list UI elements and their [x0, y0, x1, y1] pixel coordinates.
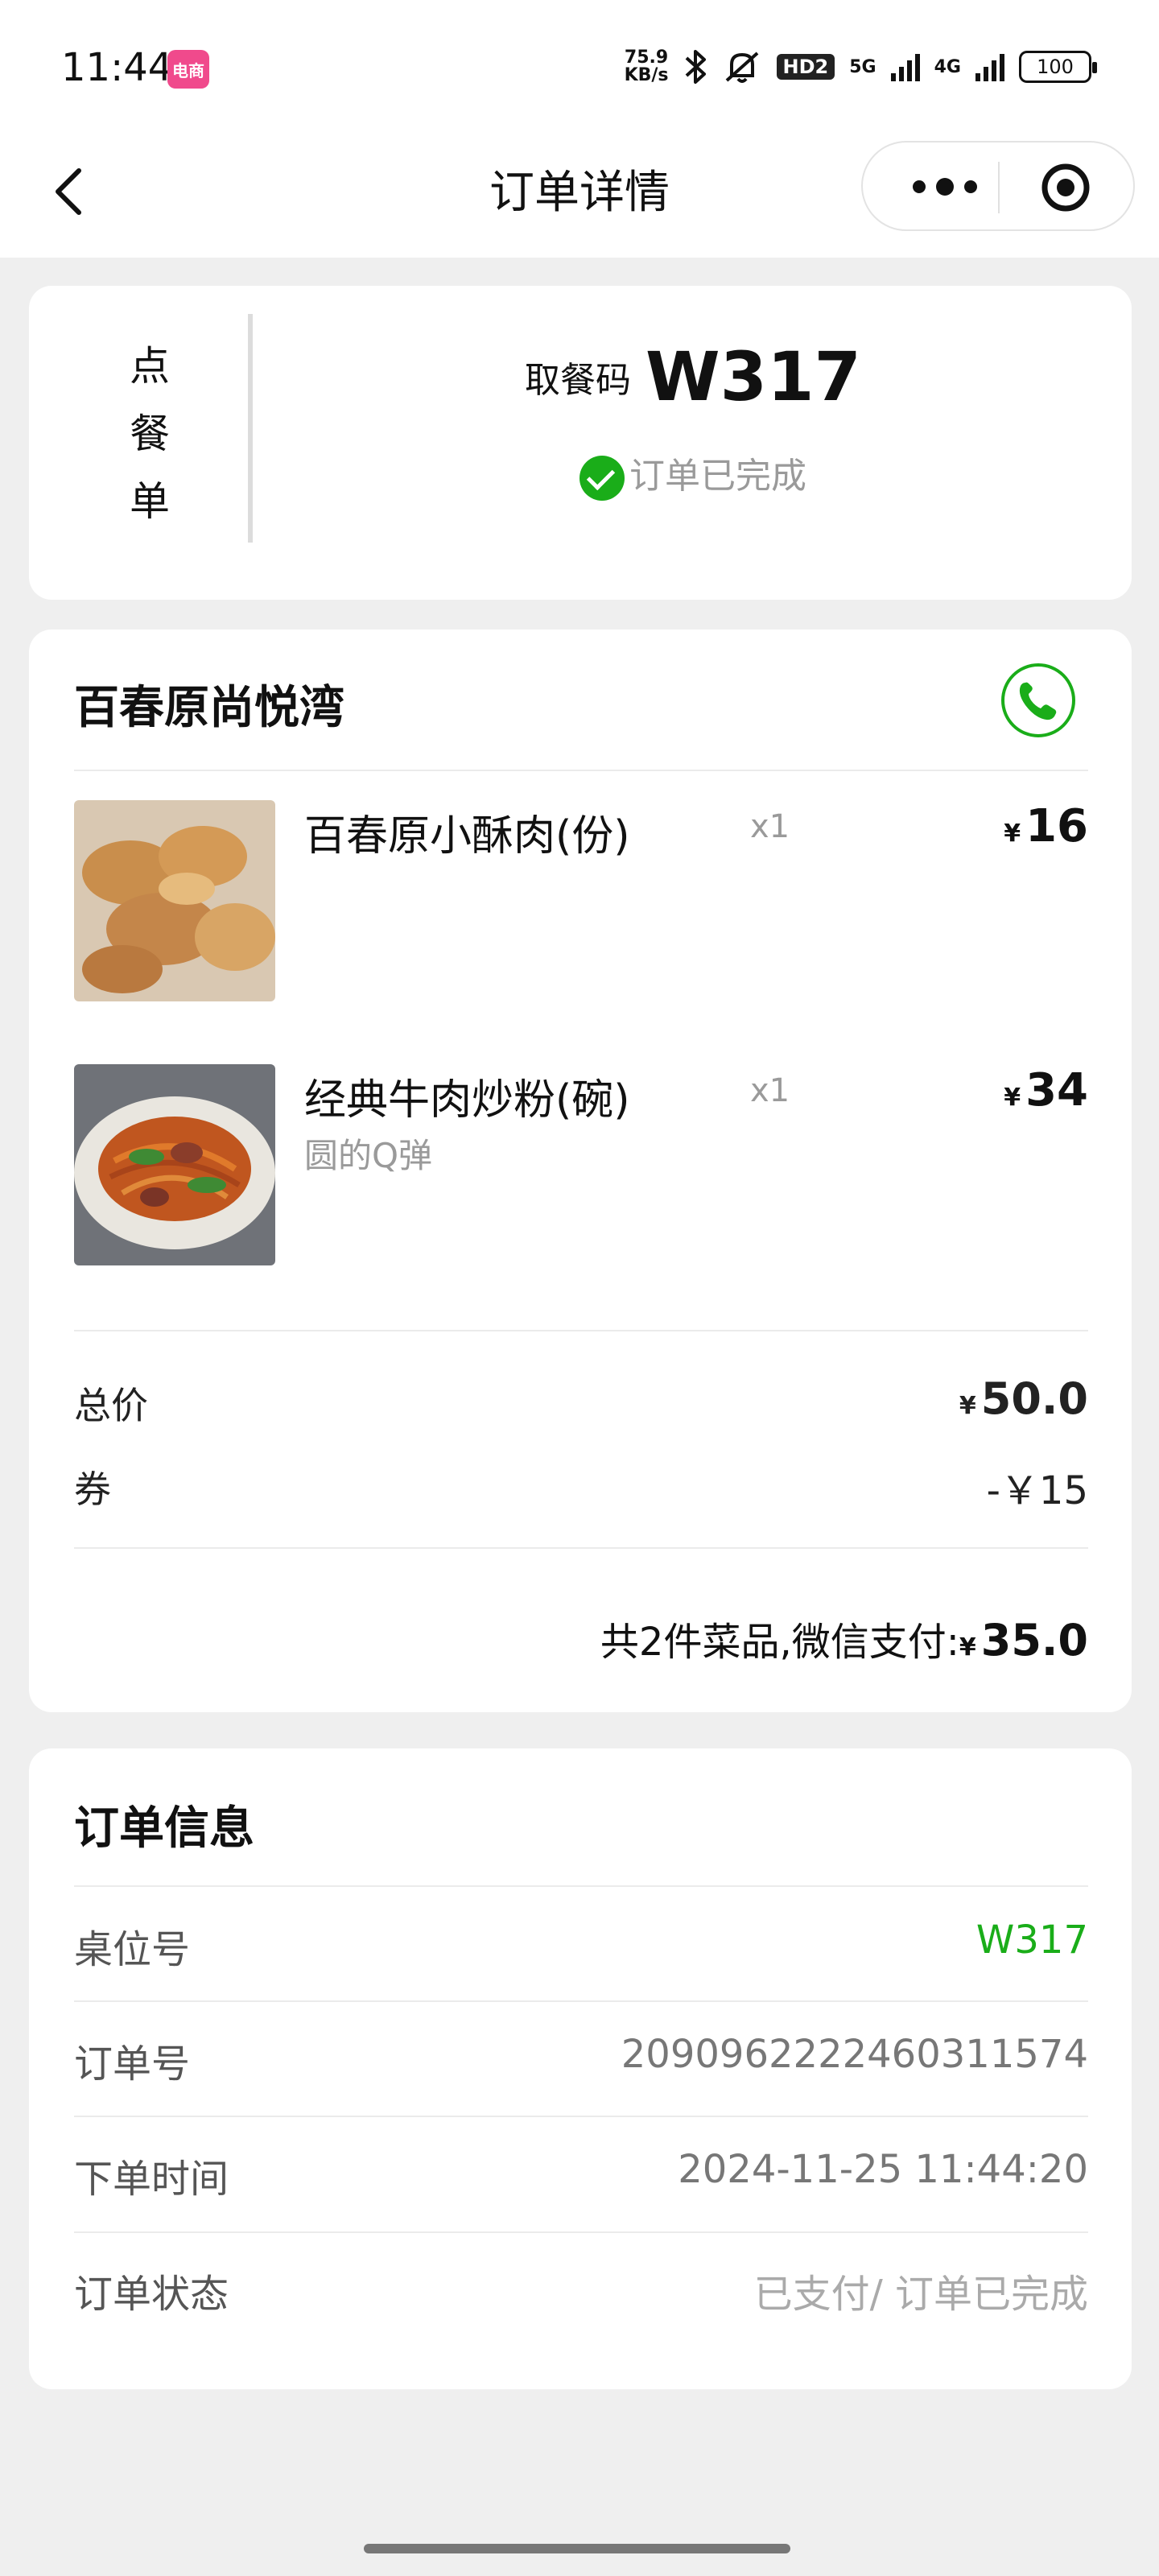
total-value: ¥50.0 [959, 1373, 1088, 1424]
dish-note: 圆的Q弹 [304, 1136, 433, 1175]
divider [74, 770, 1088, 771]
order-type-label: 点 餐 单 [130, 343, 170, 525]
network-4g-label: 4G [934, 56, 961, 77]
more-dots-icon[interactable] [905, 167, 985, 207]
divider [74, 2000, 1088, 2002]
list-item[interactable]: 经典牛肉炒粉(碗) 圆的Q弹 x1 ¥34 [74, 1064, 1088, 1265]
dish-quantity: x1 [750, 808, 790, 845]
shop-name: 百春原尚悦湾 [74, 682, 344, 734]
paid-amount: 35.0 [980, 1615, 1088, 1666]
coupon-label: 券 [74, 1468, 111, 1511]
mute-bell-icon [725, 52, 758, 83]
order-state-value: 已支付/ 订单已完成 [753, 2272, 1088, 2317]
network-5g-label: 5G [849, 56, 876, 77]
signal-5g-icon [890, 52, 920, 81]
app-notification-icon: 电商 [167, 50, 209, 89]
dish-name: 百春原小酥肉(份) [304, 812, 630, 861]
home-indicator[interactable] [364, 2544, 790, 2553]
mini-program-capsule [861, 141, 1135, 231]
pickup-code: W317 [645, 337, 861, 416]
dish-quantity: x1 [750, 1072, 790, 1109]
order-status-line: 订单已完成 [254, 447, 1132, 501]
divider [74, 2231, 1088, 2233]
phone-button[interactable] [1001, 663, 1075, 737]
payment-summary: 共2件菜品,微信支付:¥ 35.0 [600, 1615, 1088, 1666]
order-state-label: 订单状态 [74, 2272, 229, 2317]
table-number-value: W317 [975, 1918, 1088, 1963]
dish-price: ¥16 [1004, 800, 1088, 852]
battery-icon: 100 [1019, 51, 1097, 83]
nav-bar: 订单详情 [0, 137, 1159, 258]
status-bar: 11:44 电商 75.9 KB/s HD2 5G 4G 100 [0, 0, 1159, 137]
vertical-divider [248, 314, 253, 543]
divider [74, 2116, 1088, 2117]
order-items-card: 百春原尚悦湾 百春原小酥肉(份) x1 ¥16 经典牛肉炒粉(碗) 圆的Q弹 x… [29, 630, 1132, 1712]
status-time: 11:44 [61, 45, 173, 90]
pickup-code-row: 取餐码 W317 [254, 337, 1132, 416]
order-time-label: 下单时间 [74, 2157, 229, 2202]
hd-icon: HD2 [776, 54, 835, 80]
network-speed: 75.9 KB/s [624, 47, 669, 85]
phone-icon [1019, 682, 1057, 720]
order-status-text: 订单已完成 [629, 456, 806, 497]
capsule-divider [998, 162, 1000, 213]
divider [74, 1330, 1088, 1331]
dish-photo [74, 1064, 275, 1265]
dish-photo [74, 800, 275, 1001]
order-info-title: 订单信息 [74, 1802, 254, 1855]
target-circle-icon[interactable] [1038, 160, 1093, 215]
order-number-label: 订单号 [74, 2041, 191, 2087]
divider [74, 1547, 1088, 1549]
check-circle-icon [580, 456, 625, 501]
system-icons: 75.9 KB/s HD2 5G 4G 100 [624, 47, 1097, 85]
pickup-code-label: 取餐码 [525, 360, 631, 401]
order-time-value: 2024-11-25 11:44:20 [678, 2147, 1088, 2192]
order-number-value[interactable]: 2090962222460311574 [621, 2032, 1088, 2077]
dish-name: 经典牛肉炒粉(碗) [304, 1076, 630, 1125]
dish-price: ¥34 [1004, 1064, 1088, 1117]
total-label: 总价 [74, 1384, 148, 1427]
list-item[interactable]: 百春原小酥肉(份) x1 ¥16 [74, 800, 1088, 1001]
signal-4g-icon [975, 52, 1004, 81]
divider [74, 1885, 1088, 1887]
order-info-card: 订单信息 桌位号 W317 订单号 2090962222460311574 下单… [29, 1748, 1132, 2389]
bluetooth-icon [685, 50, 706, 84]
table-number-label: 桌位号 [74, 1927, 191, 1972]
pickup-card: 点 餐 单 取餐码 W317 订单已完成 [29, 286, 1132, 600]
coupon-value: -￥15 [986, 1468, 1088, 1513]
